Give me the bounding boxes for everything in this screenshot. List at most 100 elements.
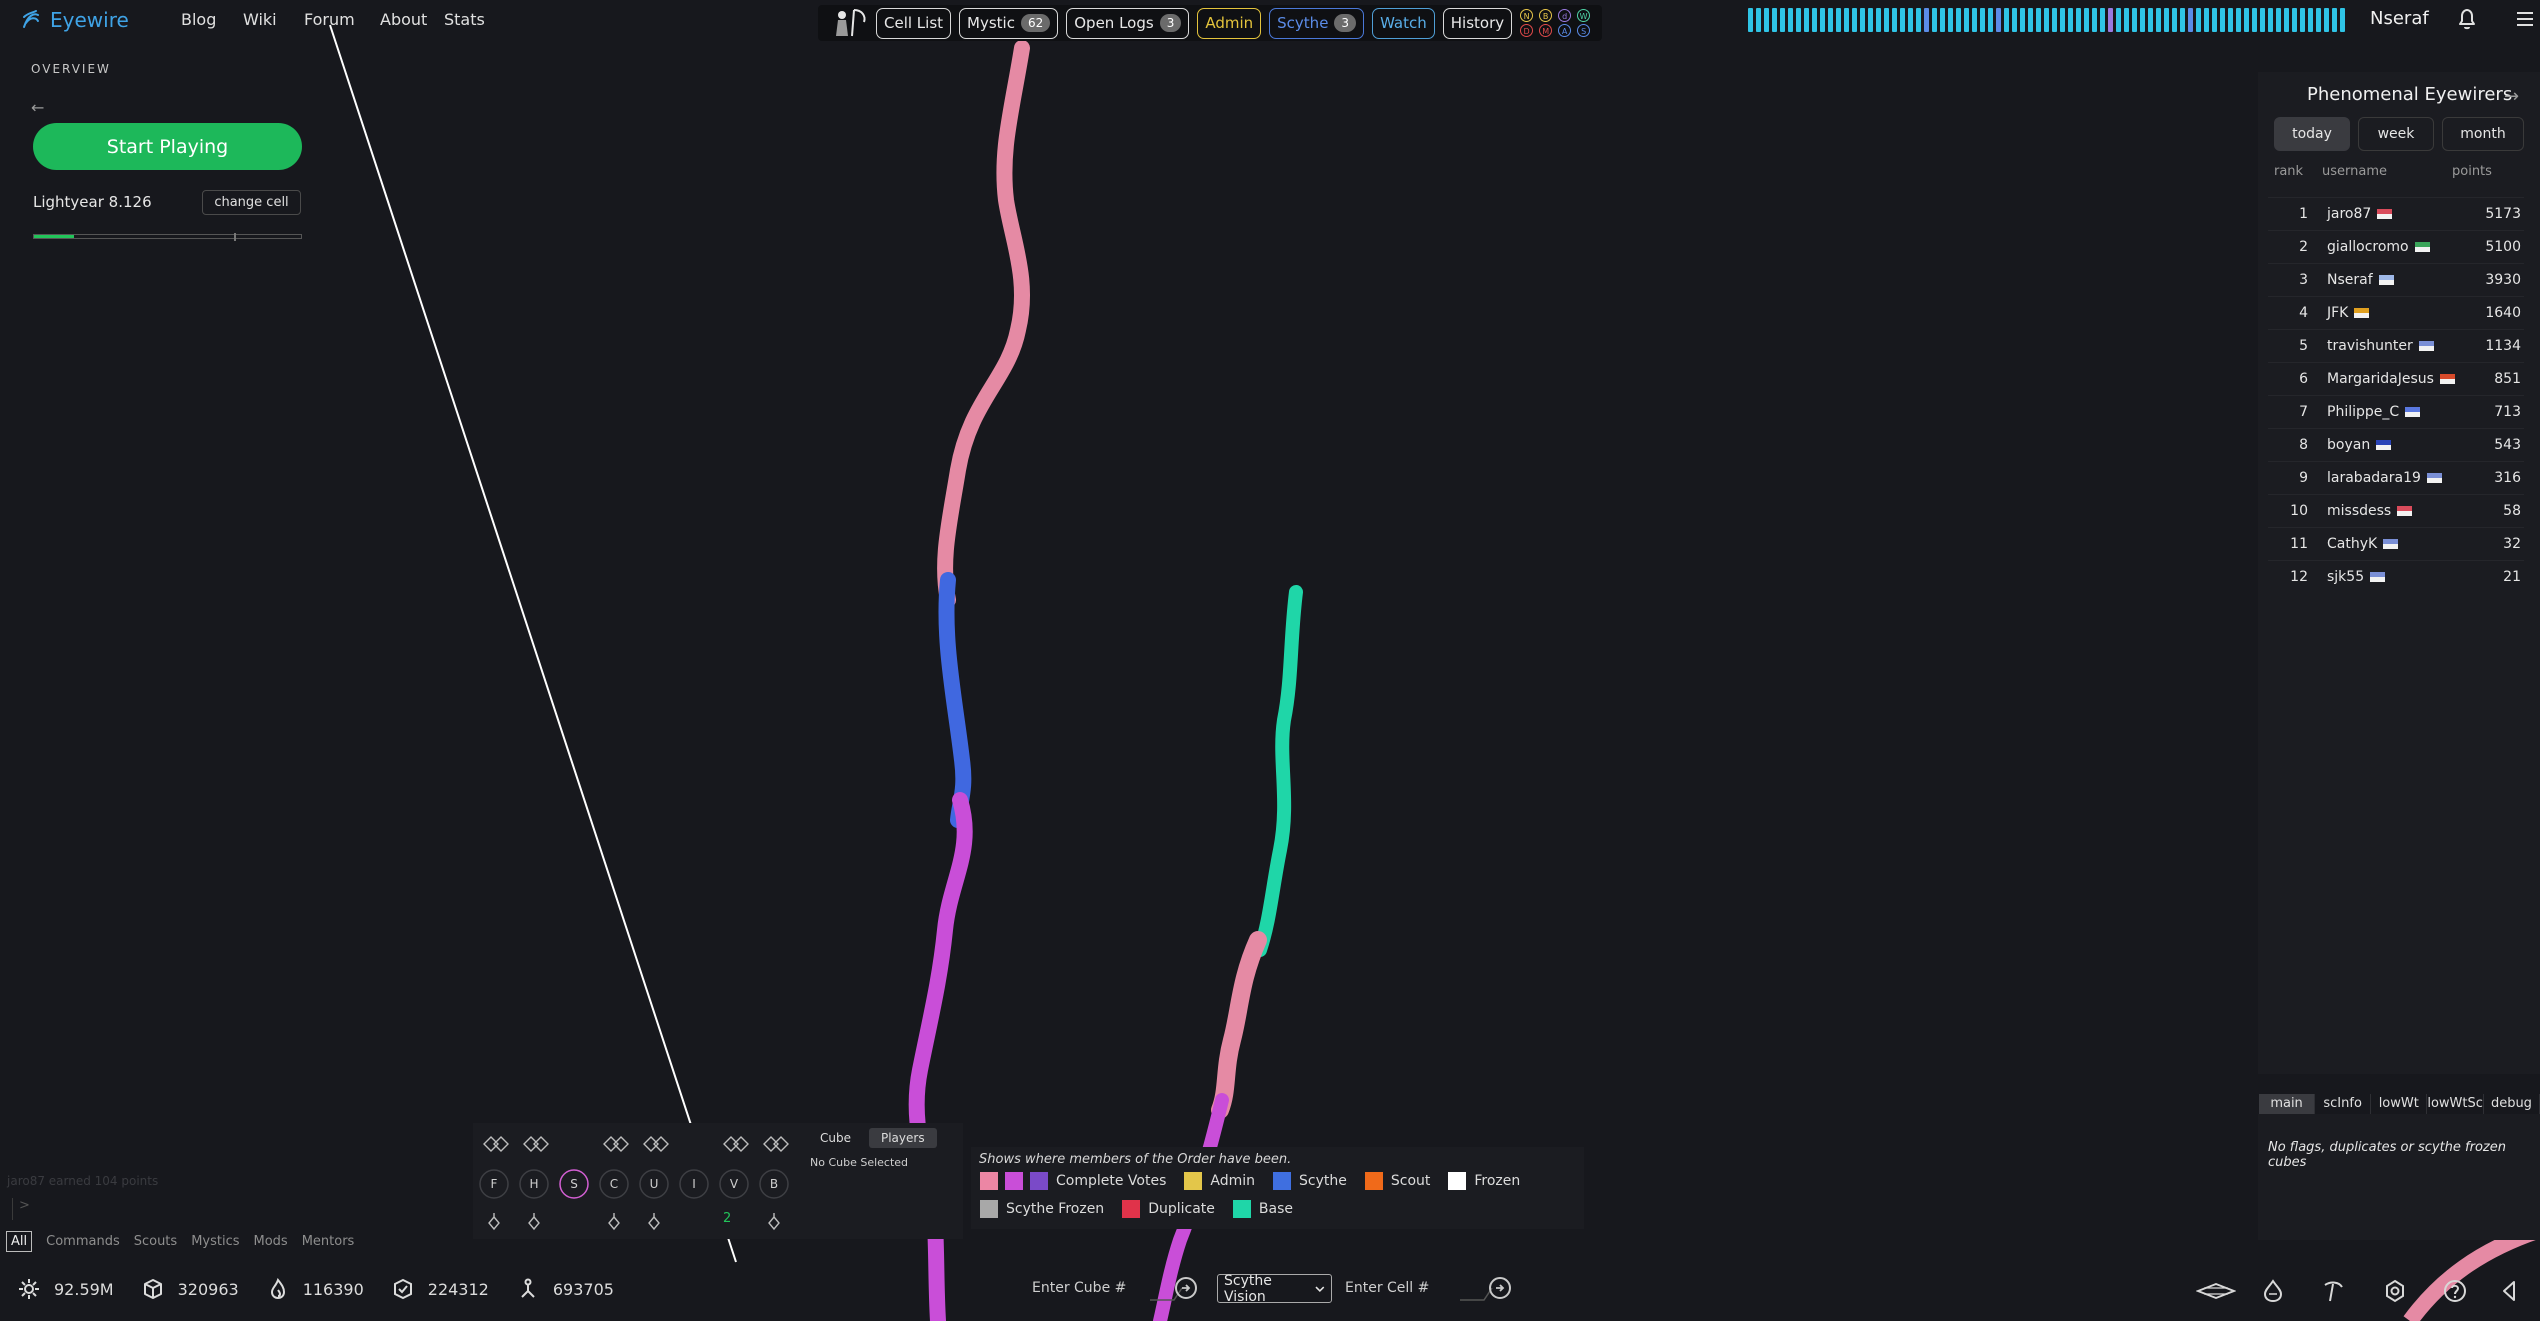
admin-button[interactable]: Admin [1197,7,1262,39]
activity-bar [1756,8,1761,32]
nav-forum[interactable]: Forum [304,10,355,29]
chat-tab-mentors[interactable]: Mentors [302,1234,355,1249]
leaderboard-row[interactable]: 6 MargaridaJesus 851 [2268,362,2524,395]
chat-tab-mystics[interactable]: Mystics [191,1234,239,1249]
go-to-cell-button[interactable] [1489,1277,1511,1299]
direction-arrows-icon[interactable] [523,1136,549,1152]
hamburger-menu-icon[interactable] [2514,8,2536,30]
start-playing-button[interactable]: Start Playing [33,123,302,170]
status-flag-w[interactable]: W [1577,9,1591,22]
layers-button[interactable] [2196,1276,2236,1306]
change-cell-button[interactable]: change cell [202,190,301,215]
leaderboard-row[interactable]: 3 Nseraf 3930 [2268,263,2524,296]
status-flag-n[interactable]: N [1520,9,1534,22]
direction-arrows-icon[interactable] [483,1136,509,1152]
chat-tab-commands[interactable]: Commands [46,1234,120,1249]
row-username[interactable]: jaro87 [2327,206,2469,222]
3d-viewport[interactable] [0,0,2540,1321]
chevron-left-icon [2503,1281,2515,1301]
tab-lowwt[interactable]: lowWt [2371,1094,2428,1114]
nav-blog[interactable]: Blog [181,10,216,29]
scythe-button[interactable]: Scythe 3 [1269,7,1365,39]
status-flag-s[interactable]: S [1577,24,1591,37]
activity-bar [1924,8,1929,32]
watch-button[interactable]: Watch [1372,7,1435,39]
legend-item-frozen: Frozen [1448,1172,1520,1190]
leaderboard-row[interactable]: 10 missdess 58 [2268,494,2524,527]
leaderboard-row[interactable]: 11 CathyK 32 [2268,527,2524,560]
tab-players[interactable]: Players [868,1128,937,1148]
leaderboard-row[interactable]: 4 JFK 1640 [2268,296,2524,329]
help-button[interactable] [2440,1276,2470,1306]
row-username[interactable]: CathyK [2327,536,2469,552]
nav-about[interactable]: About [380,10,427,29]
direction-arrows-icon[interactable] [763,1136,789,1152]
leaderboard-row[interactable]: 7 Philippe_C 713 [2268,395,2524,428]
range-week[interactable]: week [2358,117,2434,151]
reaper-icon[interactable] [828,6,868,40]
row-username[interactable]: MargaridaJesus [2327,371,2469,387]
status-flag-d[interactable]: D [1520,24,1534,37]
status-flag-m[interactable]: M [1539,24,1553,37]
tab-main[interactable]: main [2259,1094,2316,1114]
bell-icon[interactable] [2454,6,2480,32]
leaderboard-row[interactable]: 1 jaro87 5173 [2268,197,2524,230]
open-logs-button[interactable]: Open Logs 3 [1066,7,1190,39]
go-to-cube-button[interactable] [1175,1277,1197,1299]
mystic-button[interactable]: Mystic 62 [959,7,1059,39]
row-username[interactable]: giallocromo [2327,239,2469,255]
activity-bar [1940,8,1945,32]
settings-button[interactable] [2380,1276,2410,1306]
direction-arrows-icon[interactable] [643,1136,669,1152]
chat-tab-scouts[interactable]: Scouts [134,1234,177,1249]
status-flag-a[interactable]: A [1558,24,1572,37]
leaderboard-row[interactable]: 8 boyan 543 [2268,428,2524,461]
activity-bar [2316,8,2321,32]
range-today[interactable]: today [2274,117,2350,151]
row-username[interactable]: JFK [2327,305,2469,321]
leaderboard-row[interactable]: 9 larabadara19 316 [2268,461,2524,494]
direction-arrows-icon[interactable] [603,1136,629,1152]
tab-lowwtsc[interactable]: lowWtSc [2427,1094,2484,1114]
row-username[interactable]: larabadara19 [2327,470,2469,486]
small-diamond-icon[interactable] [608,1213,620,1231]
leaderboard-row[interactable]: 2 giallocromo 5100 [2268,230,2524,263]
history-button[interactable]: History [1442,7,1513,39]
activity-bar [2028,8,2033,32]
range-month[interactable]: month [2442,117,2524,151]
small-diamond-icon[interactable] [488,1213,500,1231]
collapse-panel-button[interactable] [2494,1276,2524,1306]
nav-wiki[interactable]: Wiki [243,10,277,29]
chat-tab-all[interactable]: All [6,1231,33,1252]
tab-debug[interactable]: debug [2484,1094,2540,1114]
back-arrow-icon[interactable]: ← [31,98,44,117]
cell-list-button[interactable]: Cell List [876,7,952,39]
chat-tab-mods[interactable]: Mods [254,1234,288,1249]
small-diamond-icon[interactable] [768,1213,780,1231]
leaderboard-header: rank username points [2274,164,2524,179]
tab-scinfo[interactable]: scInfo [2315,1094,2372,1114]
username[interactable]: Nseraf [2370,8,2429,29]
tab-cube[interactable]: Cube [808,1128,863,1148]
chat-input[interactable]: > [12,1198,479,1220]
nav-stats[interactable]: Stats [444,10,485,29]
status-flag-d[interactable]: d [1558,9,1572,22]
small-diamond-icon[interactable] [528,1213,540,1231]
row-username[interactable]: boyan [2327,437,2469,453]
row-username[interactable]: travishunter [2327,338,2469,354]
row-username[interactable]: Nseraf [2327,272,2469,288]
status-flag-b[interactable]: B [1539,9,1553,22]
direction-arrows-icon[interactable] [723,1136,749,1152]
row-username[interactable]: Philippe_C [2327,404,2469,420]
leaderboard-row[interactable]: 12 sjk55 21 [2268,560,2524,593]
row-username[interactable]: missdess [2327,503,2469,519]
flame-tool-button[interactable] [2258,1276,2288,1306]
row-points: 5100 [2485,239,2521,255]
eyewire-logo[interactable]: Eyewire [20,7,129,33]
small-diamond-icon[interactable] [648,1213,660,1231]
leaderboard-row[interactable]: 5 travishunter 1134 [2268,329,2524,362]
arrow-right-icon[interactable]: → [2504,86,2519,107]
pickaxe-tool-button[interactable] [2318,1276,2348,1306]
row-username[interactable]: sjk55 [2327,569,2469,585]
vision-mode-select[interactable]: Scythe Vision [1217,1273,1332,1305]
